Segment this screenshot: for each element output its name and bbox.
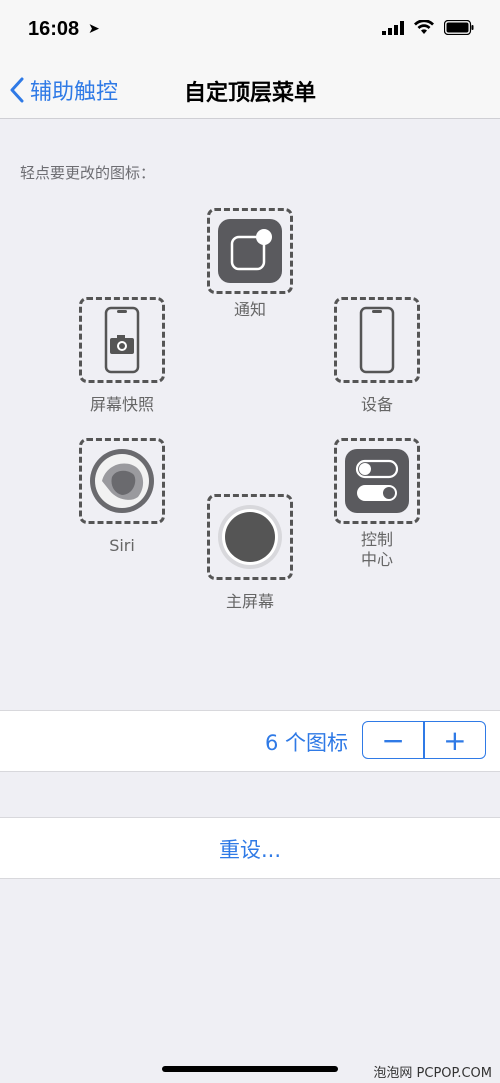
screenshot-label: 屏幕快照	[89, 395, 154, 414]
page-title: 自定顶层菜单	[183, 81, 316, 106]
notification-icon	[218, 219, 282, 283]
siri-slot[interactable]	[79, 438, 165, 524]
cellular-signal-icon	[382, 20, 404, 35]
siri-label: Siri	[109, 536, 135, 555]
siri-icon	[90, 449, 154, 513]
watermark: 泡泡网 PCPOP.COM	[373, 1066, 492, 1081]
icon-count-stepper[interactable]: − +	[362, 721, 486, 759]
home-label: 主屏幕	[225, 592, 274, 611]
location-arrow-icon: ➤	[88, 21, 100, 37]
notification-label: 通知	[233, 300, 266, 319]
screenshot-icon	[104, 306, 140, 374]
reset-button[interactable]: 重设...	[0, 834, 500, 864]
navigation-bar: 辅助触控 自定顶层菜单	[0, 62, 500, 119]
control-center-label: 控制 中心	[360, 530, 393, 569]
system-icons	[382, 20, 474, 35]
increment-button[interactable]: +	[425, 722, 485, 758]
control-center-icon	[345, 449, 409, 513]
reset-row: 重设...	[0, 817, 500, 879]
home-slot[interactable]	[207, 494, 293, 580]
icon-count-row: 6 个图标 − +	[0, 710, 500, 772]
decrement-button[interactable]: −	[363, 722, 423, 758]
device-icon	[359, 306, 395, 374]
control-center-slot[interactable]	[334, 438, 420, 524]
home-indicator[interactable]	[162, 1066, 338, 1072]
device-label: 设备	[360, 395, 393, 414]
status-time: 16:08	[28, 18, 80, 40]
screenshot-slot[interactable]	[79, 297, 165, 383]
device-slot[interactable]	[334, 297, 420, 383]
battery-icon	[444, 20, 474, 35]
status-bar: 16:08 ➤	[0, 0, 500, 62]
icon-count-label: 6 个图标	[264, 731, 348, 755]
wifi-icon	[414, 20, 434, 34]
home-button-icon	[218, 505, 282, 569]
notification-slot[interactable]	[207, 208, 293, 294]
instruction-text: 轻点要更改的图标：	[20, 164, 156, 182]
